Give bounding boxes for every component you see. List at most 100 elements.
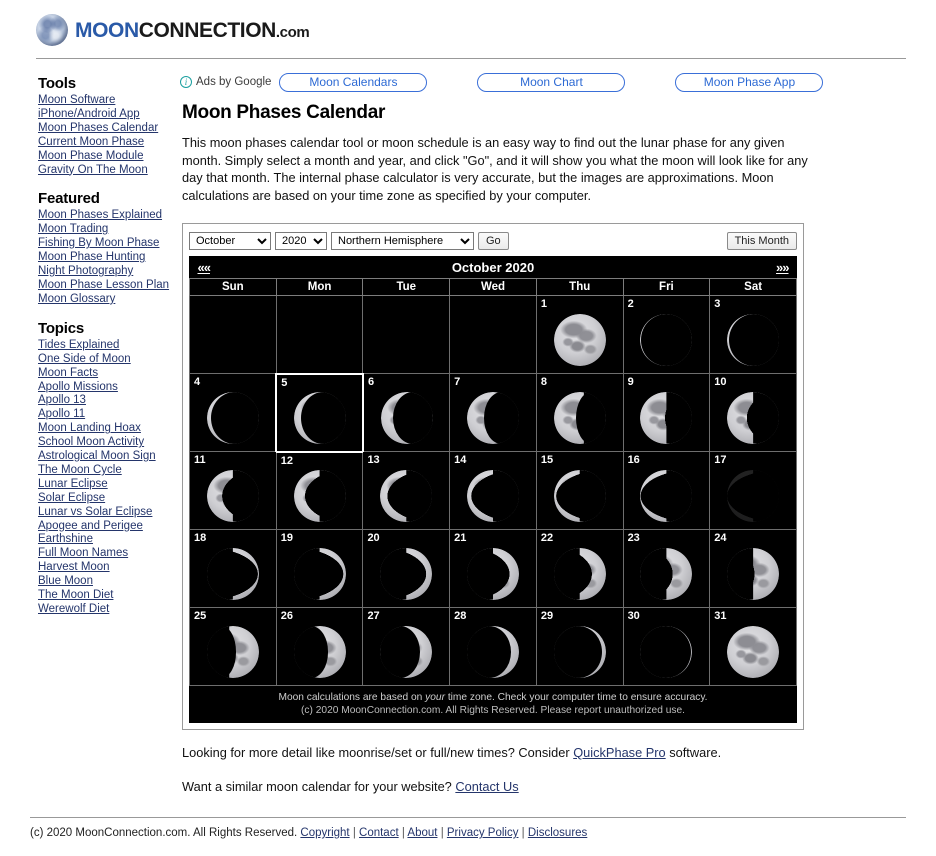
sidebar-link-moon-software[interactable]: Moon Software xyxy=(38,94,172,108)
sidebar-link-moon-trading[interactable]: Moon Trading xyxy=(38,223,172,237)
calendar-day-cell[interactable]: 28 xyxy=(449,607,537,686)
footer-link-about[interactable]: About xyxy=(407,827,437,839)
calendar-day-cell[interactable]: 10 xyxy=(709,373,797,452)
moon-image-slot xyxy=(277,620,363,683)
sidebar-link-full-moon-names[interactable]: Full Moon Names xyxy=(38,547,172,561)
sidebar-link-school-moon-activity[interactable]: School Moon Activity xyxy=(38,436,172,450)
calendar-day-cell[interactable]: 8 xyxy=(535,373,624,452)
calendar-day-cell[interactable]: 12 xyxy=(275,451,364,530)
calendar-month-title: October 2020 xyxy=(451,259,535,275)
calendar-day-cell[interactable]: 13 xyxy=(362,451,451,530)
calendar-day-cell[interactable]: 2 xyxy=(622,295,711,374)
sidebar-link-tides-explained[interactable]: Tides Explained xyxy=(38,339,172,353)
calendar-day-cell[interactable]: 30 xyxy=(622,607,711,686)
sidebar-link-apollo-11[interactable]: Apollo 11 xyxy=(38,408,172,422)
contact-us-link[interactable]: Contact Us xyxy=(455,779,518,794)
calendar-day-cell[interactable]: 22 xyxy=(535,529,624,608)
ad-pill-moon-calendars[interactable]: Moon Calendars xyxy=(279,72,428,92)
moon-shadow xyxy=(553,469,606,522)
hemisphere-select[interactable]: Northern HemisphereSouthern Hemisphere xyxy=(331,232,474,250)
moon-terminator xyxy=(575,391,606,444)
this-month-button[interactable]: This Month xyxy=(726,232,797,250)
calendar-day-cell[interactable]: 25 xyxy=(189,607,277,686)
sidebar-link-moon-phase-hunting[interactable]: Moon Phase Hunting xyxy=(38,251,172,265)
sidebar-link-moon-phase-module[interactable]: Moon Phase Module xyxy=(38,150,172,164)
calendar-day-cell[interactable]: 5 xyxy=(275,372,364,453)
sidebar-link-lunar-eclipse[interactable]: Lunar Eclipse xyxy=(38,478,172,492)
month-select[interactable]: JanuaryFebruaryMarchAprilMayJuneJulyAugu… xyxy=(189,232,271,250)
calendar-day-cell[interactable]: 1 xyxy=(535,295,624,374)
calendar-day-cell[interactable]: 23 xyxy=(622,529,711,608)
quickphase-pro-link[interactable]: QuickPhase Pro xyxy=(573,745,665,760)
moon-phase-waning-crescent xyxy=(293,469,346,522)
day-number: 25 xyxy=(194,610,207,622)
calendar-day-cell[interactable]: 14 xyxy=(449,451,537,530)
sidebar-link-werewolf-diet[interactable]: Werewolf Diet xyxy=(38,603,172,617)
sidebar-link-astrological-moon-sign[interactable]: Astrological Moon Sign xyxy=(38,450,172,464)
calendar-day-cell[interactable]: 17 xyxy=(709,451,797,530)
calendar-day-cell[interactable]: 18 xyxy=(189,529,277,608)
moon-phase-waxing-gibbous xyxy=(380,625,433,678)
next-month-button[interactable]: »» xyxy=(741,260,789,275)
ad-pill-moon-chart[interactable]: Moon Chart xyxy=(477,72,626,92)
day-number: 8 xyxy=(540,376,547,388)
calendar-day-cell[interactable]: 24 xyxy=(709,529,797,608)
site-logo[interactable]: MOONCONNECTION.com xyxy=(36,14,936,46)
sidebar-link-fishing-by-moon-phase[interactable]: Fishing By Moon Phase xyxy=(38,237,172,251)
ad-pill-moon-phase-app[interactable]: Moon Phase App xyxy=(675,72,824,92)
contact-text-a: Want a similar moon calendar for your we… xyxy=(182,779,456,794)
calendar-day-cell[interactable]: 3 xyxy=(709,295,797,374)
footer-link-privacy-policy[interactable]: Privacy Policy xyxy=(447,827,519,839)
sidebar-link-iphone-android-app[interactable]: iPhone/Android App xyxy=(38,108,172,122)
calendar-day-cell[interactable]: 7 xyxy=(449,373,537,452)
calendar-day-cell[interactable]: 26 xyxy=(275,607,364,686)
sidebar-link-apogee-and-perigee[interactable]: Apogee and Perigee xyxy=(38,520,172,534)
footer-link-copyright[interactable]: Copyright xyxy=(300,827,349,839)
moon-phase-waxing-gibbous xyxy=(467,625,519,678)
sidebar-link-moon-phase-lesson-plan[interactable]: Moon Phase Lesson Plan xyxy=(38,279,172,293)
sidebar-link-gravity-on-the-moon[interactable]: Gravity On The Moon xyxy=(38,164,172,178)
calendar-footnote-line2: (c) 2020 MoonConnection.com. All Rights … xyxy=(301,705,685,716)
sidebar-link-one-side-of-moon[interactable]: One Side of Moon xyxy=(38,353,172,367)
calendar-day-cell[interactable]: 27 xyxy=(362,607,451,686)
calendar-day-cell[interactable]: 29 xyxy=(535,607,624,686)
quickphase-line: Looking for more detail like moonrise/se… xyxy=(182,744,906,761)
day-number: 15 xyxy=(540,454,554,466)
calendar-day-cell[interactable]: 6 xyxy=(362,373,451,452)
go-button[interactable]: Go xyxy=(478,232,509,250)
sidebar-link-lunar-vs-solar-eclipse[interactable]: Lunar vs Solar Eclipse xyxy=(38,506,172,520)
previous-month-button[interactable]: «« xyxy=(198,260,246,275)
sidebar-link-the-moon-cycle[interactable]: The Moon Cycle xyxy=(38,464,172,478)
footer-link-disclosures[interactable]: Disclosures xyxy=(528,827,587,839)
calendar-day-cell[interactable]: 4 xyxy=(189,373,277,452)
sidebar-link-harvest-moon[interactable]: Harvest Moon xyxy=(38,561,172,575)
sidebar-link-moon-landing-hoax[interactable]: Moon Landing Hoax xyxy=(38,422,172,436)
sidebar-link-moon-phases-calendar[interactable]: Moon Phases Calendar xyxy=(38,122,172,136)
calendar-day-cell[interactable]: 31 xyxy=(709,607,797,686)
sidebar-link-earthshine[interactable]: Earthshine xyxy=(38,533,172,547)
sidebar-link-apollo-13[interactable]: Apollo 13 xyxy=(38,394,172,408)
calendar-day-cell[interactable]: 15 xyxy=(535,451,624,530)
sidebar-link-blue-moon[interactable]: Blue Moon xyxy=(38,575,172,589)
sidebar-link-apollo-missions[interactable]: Apollo Missions xyxy=(38,381,172,395)
logo-word-dotcom: .com xyxy=(275,23,310,41)
footer-link-contact[interactable]: Contact xyxy=(359,827,399,839)
sidebar-link-moon-facts[interactable]: Moon Facts xyxy=(38,367,172,381)
moon-phase-waning-crescent xyxy=(206,469,259,522)
sidebar-link-current-moon-phase[interactable]: Current Moon Phase xyxy=(38,136,172,150)
calendar-day-cell[interactable]: 19 xyxy=(275,529,364,608)
sidebar-link-moon-phases-explained[interactable]: Moon Phases Explained xyxy=(38,209,172,223)
calendar-day-cell[interactable]: 11 xyxy=(189,451,277,530)
sidebar-link-night-photography[interactable]: Night Photography xyxy=(38,265,172,279)
calendar-day-cell[interactable]: 9 xyxy=(622,373,711,452)
sidebar-link-solar-eclipse[interactable]: Solar Eclipse xyxy=(38,492,172,506)
moon-phase-new xyxy=(727,469,780,522)
calendar-day-cell[interactable]: 21 xyxy=(449,529,537,608)
sidebar-link-moon-glossary[interactable]: Moon Glossary xyxy=(38,293,172,307)
calendar-day-cell[interactable]: 20 xyxy=(362,529,451,608)
calendar-day-cell[interactable]: 16 xyxy=(622,451,711,530)
sidebar-link-the-moon-diet[interactable]: The Moon Diet xyxy=(38,589,172,603)
info-icon[interactable]: i xyxy=(180,76,192,88)
moon-image-slot xyxy=(710,308,796,371)
year-select[interactable]: 20182019202020212022 xyxy=(275,232,327,250)
